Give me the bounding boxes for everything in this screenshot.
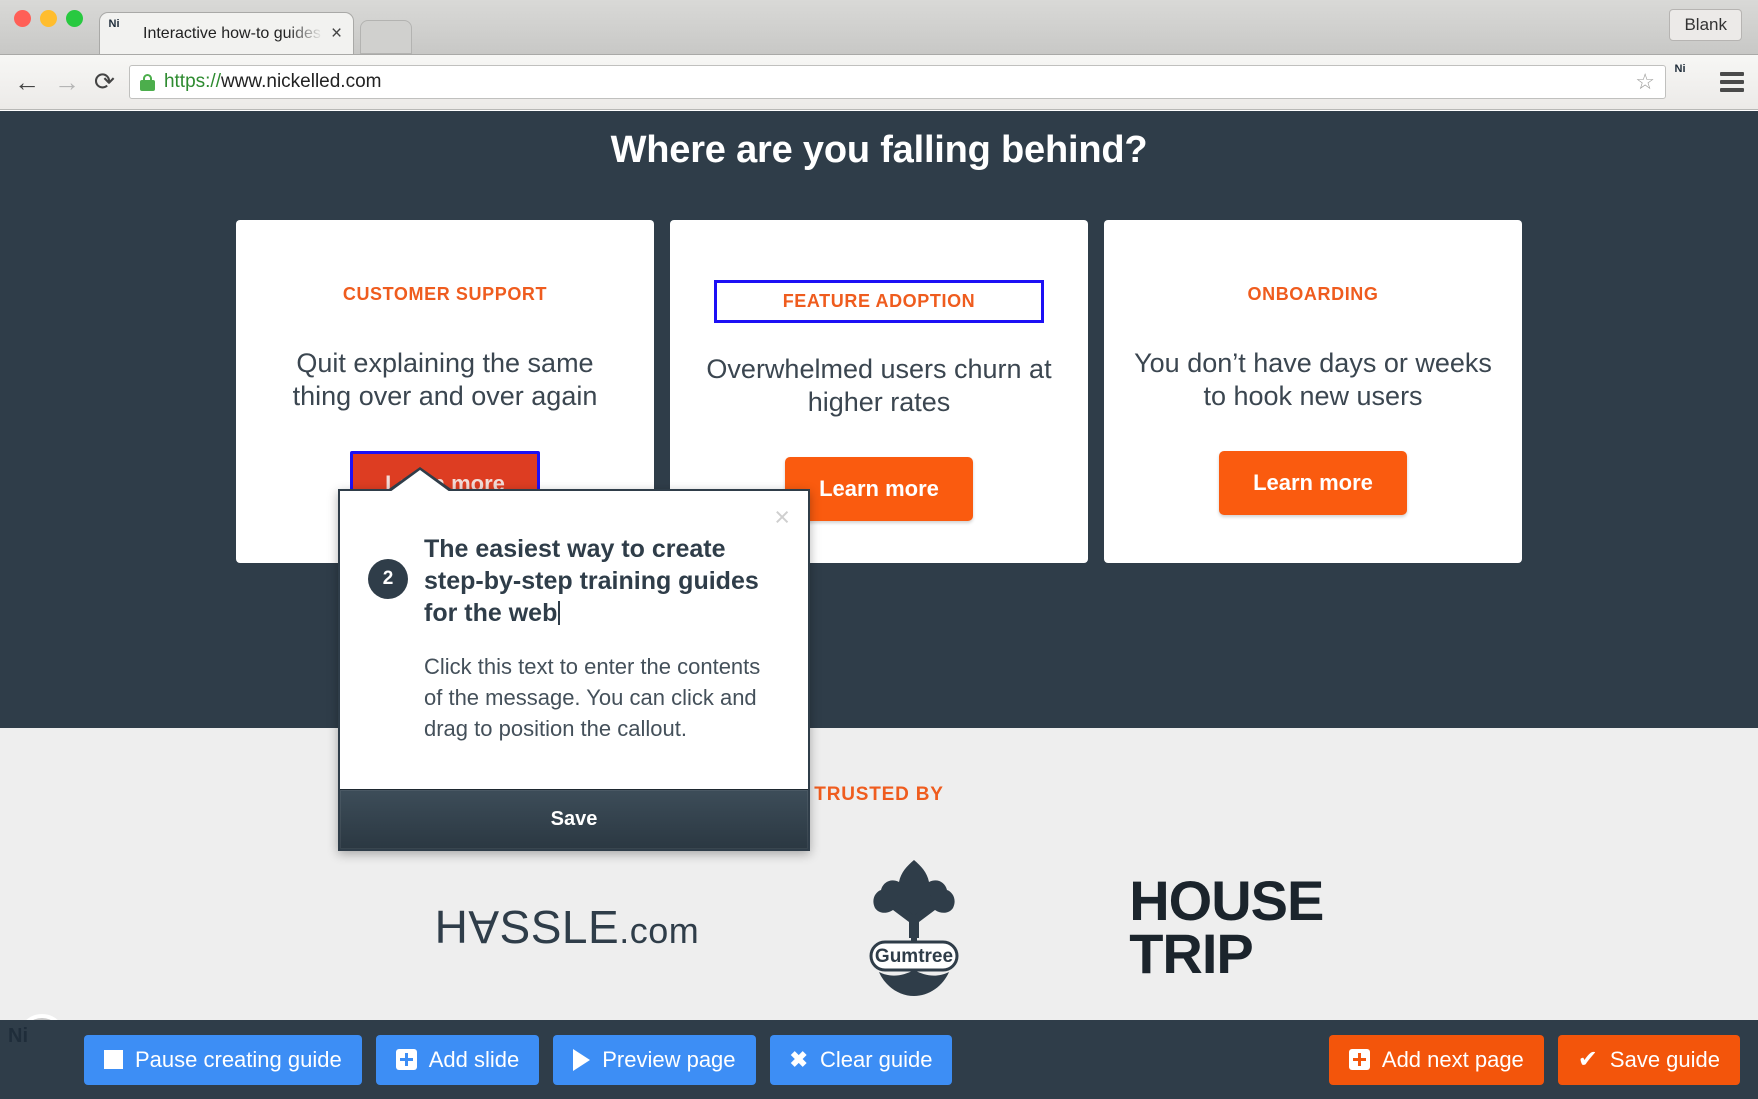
- hassle-logo: H A SSLE .com: [435, 900, 700, 954]
- callout-body-input[interactable]: Click this text to enter the contents of…: [424, 651, 772, 745]
- reload-icon[interactable]: ⟳: [94, 69, 115, 95]
- pause-creating-guide-label: Pause creating guide: [135, 1046, 342, 1072]
- callout-title-input[interactable]: The easiest way to create step-by-step t…: [424, 535, 759, 627]
- page-title: Where are you falling behind?: [610, 129, 1148, 171]
- logo-row: H A SSLE .com Gumtree HOUSE TRIP: [0, 852, 1758, 1002]
- close-icon[interactable]: ×: [774, 504, 790, 531]
- callout-content: 2 The easiest way to create step-by-step…: [340, 491, 808, 789]
- housetrip-line1: HOUSE: [1129, 868, 1324, 932]
- save-guide-label: Save guide: [1609, 1046, 1720, 1072]
- callout-pointer-arrow: [386, 467, 454, 492]
- hassle-logo-dotcom: .com: [619, 910, 700, 951]
- check-icon: ✔: [1577, 1045, 1598, 1073]
- hassle-logo-post: SSLE: [499, 901, 620, 953]
- ni-logo-icon: Ni: [108, 17, 120, 30]
- card-kicker[interactable]: FEATURE ADOPTION: [713, 280, 1045, 323]
- gumtree-logo: Gumtree: [839, 852, 989, 1002]
- text-caret: [558, 601, 561, 625]
- browser-window: Ni Interactive how-to guides f × Blank ←…: [0, 0, 1758, 1099]
- add-next-page-label: Add next page: [1381, 1046, 1524, 1072]
- preview-page-button[interactable]: Preview page: [553, 1034, 756, 1085]
- save-guide-button[interactable]: ✔ Save guide: [1557, 1034, 1740, 1085]
- minimize-window-button[interactable]: [40, 9, 57, 27]
- hero-section: Where are you falling behind? CUSTOMER S…: [0, 111, 1758, 728]
- url-host: www.nickelled.com: [220, 71, 382, 92]
- play-triangle-icon: [573, 1048, 591, 1071]
- clear-guide-label: Clear guide: [819, 1046, 933, 1072]
- clear-guide-button[interactable]: ✖ Clear guide: [769, 1034, 953, 1085]
- browser-tab[interactable]: Ni Interactive how-to guides f ×: [99, 12, 354, 54]
- tab-close-icon[interactable]: ×: [331, 24, 342, 43]
- pause-creating-guide-button[interactable]: Pause creating guide: [84, 1034, 362, 1085]
- page-viewport: Where are you falling behind? CUSTOMER S…: [0, 111, 1758, 1099]
- close-window-button[interactable]: [14, 9, 31, 27]
- hassle-logo-pre: H: [434, 901, 469, 953]
- url-text: https://www.nickelled.com: [164, 71, 382, 93]
- card-onboarding: ONBOARDING You don’t have days or weeks …: [1104, 220, 1522, 563]
- x-icon: ✖: [789, 1046, 808, 1072]
- add-next-page-button[interactable]: Add next page: [1328, 1034, 1544, 1085]
- add-slide-button[interactable]: Add slide: [375, 1034, 540, 1085]
- tab-title: Interactive how-to guides f: [143, 24, 323, 42]
- ni-logo-icon[interactable]: Ni: [8, 1025, 64, 1083]
- feature-cards: CUSTOMER SUPPORT Quit explaining the sam…: [0, 220, 1758, 563]
- new-tab-button[interactable]: [360, 20, 412, 54]
- housetrip-line2: TRIP: [1129, 922, 1254, 985]
- card-kicker[interactable]: CUSTOMER SUPPORT: [333, 280, 557, 309]
- url-scheme: https://: [163, 71, 221, 92]
- learn-more-button[interactable]: Learn more: [785, 457, 973, 522]
- plus-square-icon: [395, 1049, 417, 1070]
- callout-title-wrap: The easiest way to create step-by-step t…: [424, 533, 772, 629]
- back-arrow-icon[interactable]: ←: [14, 69, 40, 95]
- callout-save-button[interactable]: Save: [340, 788, 808, 849]
- callout-editor[interactable]: × 2 The easiest way to create step-by-st…: [338, 467, 810, 851]
- stop-square-icon: [104, 1050, 123, 1069]
- maximize-window-button[interactable]: [66, 9, 83, 27]
- lock-icon: [139, 73, 155, 91]
- browser-toolbar: ← → ⟳ https://www.nickelled.com ☆ Ni: [0, 55, 1758, 110]
- card-copy: You don’t have days or weeks to hook new…: [1134, 348, 1492, 412]
- trusted-by-label: TRUSTED BY: [814, 784, 944, 805]
- callout-step-badge: 2: [368, 559, 408, 599]
- callout-header-row: 2 The easiest way to create step-by-step…: [368, 533, 772, 629]
- housetrip-logo: HOUSE TRIP: [1129, 868, 1324, 985]
- window-controls: [14, 0, 83, 54]
- forward-arrow-icon[interactable]: →: [54, 69, 80, 95]
- gumtree-wordmark: Gumtree: [875, 946, 953, 967]
- bookmark-star-icon[interactable]: ☆: [1635, 71, 1655, 93]
- guide-editor-toolbar: Ni Pause creating guide Add slide Previe…: [0, 1020, 1758, 1099]
- ni-extension-icon[interactable]: Ni: [1675, 63, 1706, 95]
- address-bar[interactable]: https://www.nickelled.com ☆: [128, 65, 1666, 99]
- plus-square-icon: [1348, 1049, 1370, 1070]
- tab-strip: Ni Interactive how-to guides f × Blank: [0, 0, 1758, 55]
- hassle-logo-inverted-a: A: [468, 901, 500, 953]
- hamburger-menu-icon[interactable]: [1720, 72, 1744, 92]
- blank-button[interactable]: Blank: [1669, 9, 1742, 41]
- add-slide-label: Add slide: [428, 1046, 520, 1072]
- learn-more-button[interactable]: Learn more: [1219, 451, 1407, 516]
- card-copy: Quit explaining the same thing over and …: [292, 348, 598, 412]
- card-copy: Overwhelmed users churn at higher rates: [706, 354, 1052, 418]
- card-kicker[interactable]: ONBOARDING: [1238, 280, 1389, 309]
- preview-page-label: Preview page: [602, 1046, 736, 1072]
